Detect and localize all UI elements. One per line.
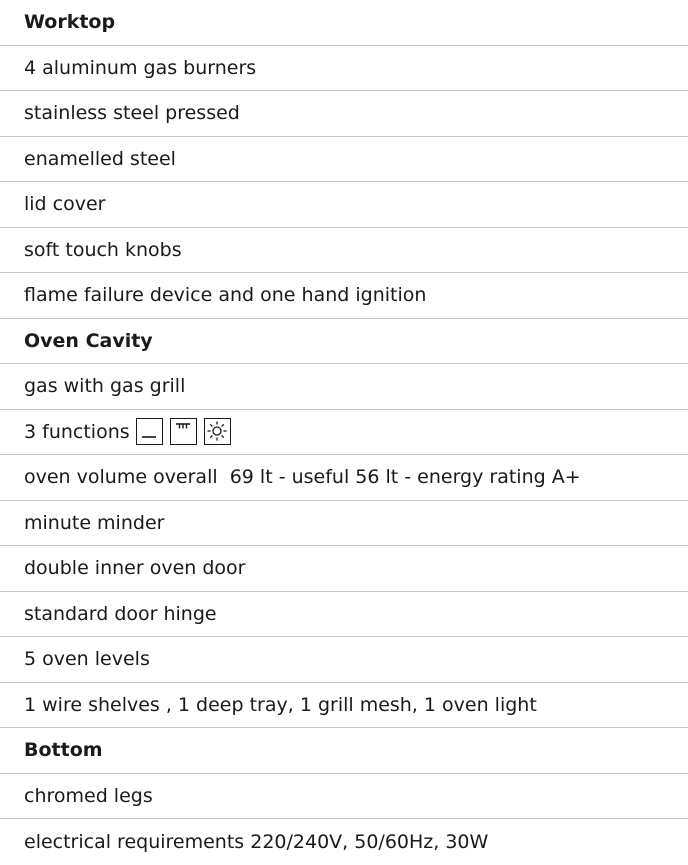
spec-row: double inner oven door	[0, 546, 688, 592]
function-icons	[135, 418, 231, 446]
spec-row: standard door hinge	[0, 592, 688, 637]
spec-item: standard door hinge	[24, 602, 217, 625]
spec-item: 1 wire shelves , 1 deep tray, 1 grill me…	[24, 693, 537, 716]
spec-row: flame failure device and one hand igniti…	[0, 273, 688, 319]
spec-item: stainless steel pressed	[24, 102, 240, 125]
section-heading-worktop: Worktop	[0, 0, 688, 46]
spec-row: enamelled steel	[0, 137, 688, 182]
spec-row: minute minder	[0, 501, 688, 546]
spec-row: lid cover	[0, 182, 688, 228]
spec-row-functions: 3 functions	[0, 410, 688, 455]
spec-item: oven volume overall 69 lt - useful 56 lt…	[24, 466, 581, 489]
section-heading-label: Bottom	[24, 739, 103, 762]
spec-item: minute minder	[24, 511, 165, 534]
section-heading-label: Oven Cavity	[24, 329, 153, 352]
spec-list: Worktop 4 aluminum gas burners stainless…	[0, 0, 688, 865]
spec-row: 5 oven levels	[0, 637, 688, 683]
spec-item: soft touch knobs	[24, 238, 182, 261]
spec-item: double inner oven door	[24, 557, 246, 580]
spec-item: flame failure device and one hand igniti…	[24, 284, 427, 307]
spec-row: oven volume overall 69 lt - useful 56 lt…	[0, 455, 688, 501]
spec-row: gas with gas grill	[0, 364, 688, 410]
spec-row: soft touch knobs	[0, 228, 688, 273]
grill-icon	[169, 418, 197, 446]
spec-row: chromed legs	[0, 774, 688, 819]
spec-item: gas with gas grill	[24, 375, 186, 398]
spec-row: 4 aluminum gas burners	[0, 46, 688, 91]
section-heading-bottom: Bottom	[0, 728, 688, 774]
spec-item: chromed legs	[24, 784, 153, 807]
spec-item: 3 functions	[24, 420, 130, 443]
spec-item: lid cover	[24, 193, 106, 216]
section-heading-oven-cavity: Oven Cavity	[0, 319, 688, 364]
bottom-heat-icon	[135, 418, 163, 446]
oven-light-icon	[203, 418, 231, 446]
spec-item: 5 oven levels	[24, 648, 150, 671]
spec-row: 1 wire shelves , 1 deep tray, 1 grill me…	[0, 683, 688, 728]
spec-item: electrical requirements 220/240V, 50/60H…	[24, 830, 489, 853]
section-heading-label: Worktop	[24, 11, 116, 34]
spec-item: enamelled steel	[24, 147, 176, 170]
spec-row: stainless steel pressed	[0, 91, 688, 137]
spec-item: 4 aluminum gas burners	[24, 56, 257, 79]
spec-row: electrical requirements 220/240V, 50/60H…	[0, 819, 688, 865]
